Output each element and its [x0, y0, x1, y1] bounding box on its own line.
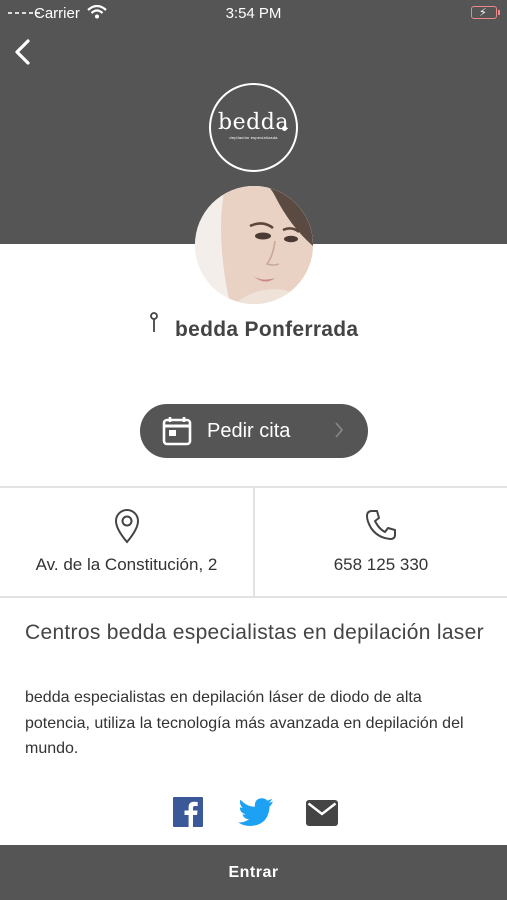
enter-button[interactable]: Entrar — [0, 845, 507, 900]
location-icon — [113, 508, 141, 549]
description-title: Centros bedda especialistas en depilació… — [25, 621, 484, 644]
divider — [0, 596, 507, 598]
chevron-left-icon — [15, 39, 30, 65]
description-body: bedda especialistas en depilación láser … — [25, 689, 464, 757]
phone-text: 658 125 330 — [333, 555, 429, 574]
book-appointment-button[interactable]: Pedir cita — [140, 404, 368, 458]
address-text: Av. de la Constitución, 2 — [35, 555, 218, 574]
phone-icon — [364, 508, 398, 547]
phone-cell[interactable]: 658 125 330 — [255, 488, 507, 596]
twitter-icon — [238, 798, 273, 826]
email-icon — [306, 800, 338, 826]
twitter-button[interactable] — [238, 798, 274, 833]
battery-icon: ⚡ — [471, 6, 500, 19]
center-name: bedda Ponferrada — [175, 318, 359, 341]
enter-label: Entrar — [228, 864, 279, 881]
email-button[interactable] — [306, 800, 338, 831]
chevron-right-icon — [334, 421, 344, 444]
map-pin-icon — [149, 311, 159, 339]
brand-logo: bedda depilación especializada — [209, 83, 298, 172]
center-name-row: bedda Ponferrada — [0, 311, 507, 348]
logo-wordmark: bedda — [218, 110, 289, 135]
book-appointment-label: Pedir cita — [207, 420, 291, 442]
center-photo — [195, 186, 313, 304]
back-button[interactable] — [8, 36, 38, 68]
logo-tagline: depilación especializada — [229, 135, 278, 140]
address-cell[interactable]: Av. de la Constitución, 2 — [0, 488, 253, 596]
clock: 3:54 PM — [225, 5, 282, 22]
calendar-icon — [162, 416, 192, 451]
logo-dot — [282, 126, 287, 131]
facebook-icon — [173, 797, 203, 827]
facebook-button[interactable] — [173, 797, 203, 832]
status-bar: Carrier 3:54 PM ⚡ — [0, 0, 507, 26]
